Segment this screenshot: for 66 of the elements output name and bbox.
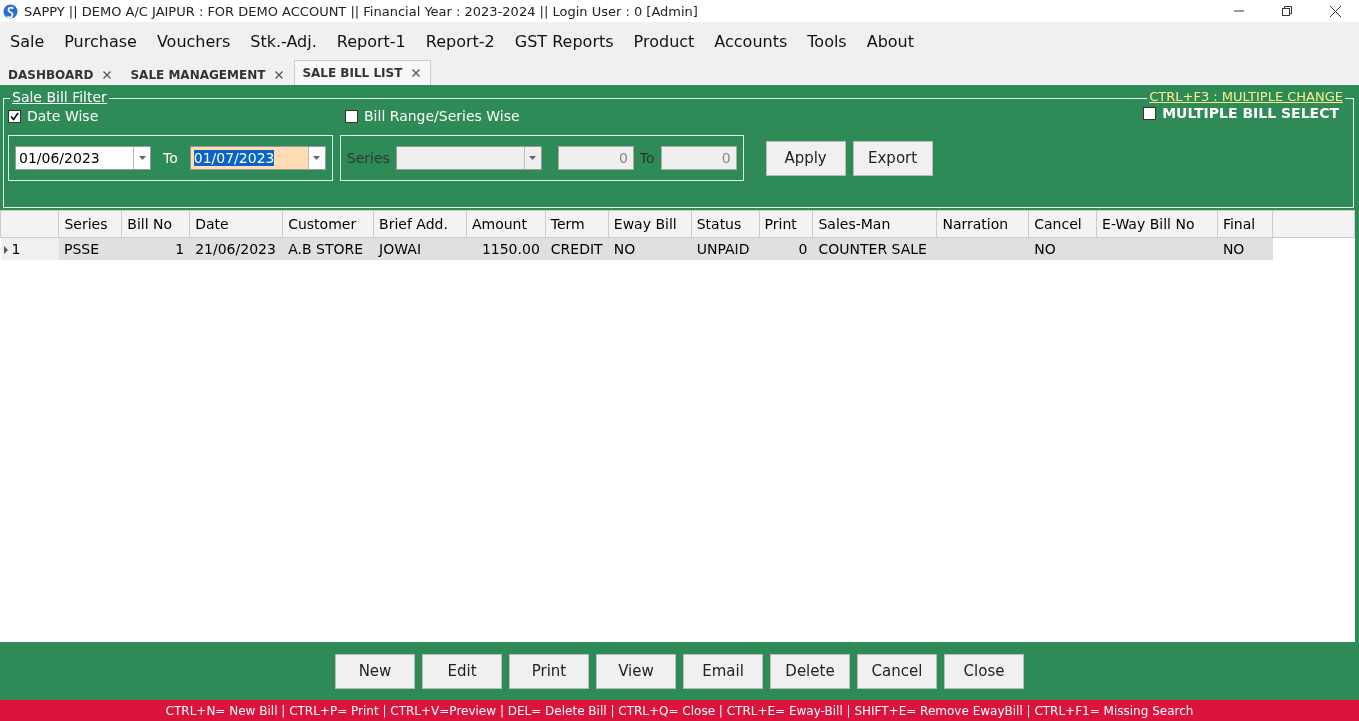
column-header[interactable]: Amount <box>466 210 546 238</box>
menu-item[interactable]: Vouchers <box>146 31 241 51</box>
menu-item[interactable]: Report-1 <box>326 31 416 51</box>
menu-item[interactable]: Tools <box>797 31 857 51</box>
shortcut-link[interactable]: CTRL+F3 : MULTIPLE CHANGE <box>1147 89 1345 104</box>
menu-item[interactable]: About <box>856 31 924 51</box>
column-header[interactable]: Status <box>691 210 760 238</box>
column-header[interactable]: Customer <box>282 210 374 238</box>
to-date-field[interactable]: 01/07/2023 <box>189 146 326 170</box>
action-button[interactable]: View <box>596 653 676 689</box>
column-header[interactable]: Sales-Man <box>812 210 937 238</box>
tab[interactable]: DASHBOARD <box>0 63 123 85</box>
checkbox[interactable]: MULTIPLE BILL SELECT <box>1143 105 1339 121</box>
row-pointer-icon <box>2 246 9 254</box>
action-button[interactable]: New <box>335 653 415 689</box>
menu-item[interactable]: Product <box>623 31 705 51</box>
close-icon[interactable] <box>103 70 112 79</box>
restore-icon[interactable] <box>1282 6 1292 16</box>
action-button[interactable]: Email <box>683 653 763 689</box>
checkbox[interactable]: Bill Range/Series Wise <box>345 108 520 124</box>
menu-item[interactable]: GST Reports <box>504 31 624 51</box>
menu-item[interactable]: Report-2 <box>415 31 505 51</box>
apply-button[interactable]: Apply <box>765 140 846 176</box>
series-field[interactable] <box>395 146 542 170</box>
column-header[interactable]: Final <box>1217 210 1273 238</box>
column-header[interactable]: Narration <box>936 210 1029 238</box>
tab[interactable]: SALE BILL LIST <box>294 60 432 85</box>
app-logo-icon <box>3 3 18 19</box>
filter-title: Sale Bill Filter <box>10 89 109 105</box>
checkbox[interactable]: Date Wise <box>8 108 345 124</box>
column-header[interactable]: Bill No <box>121 210 190 238</box>
window-title: SAPPY || DEMO A/C JAIPUR : FOR DEMO ACCOUNT || Financial Year : 2023-2024 || Login User : 0 [Admin] <box>24 3 698 19</box>
action-button[interactable]: Delete <box>770 653 850 689</box>
column-header[interactable]: Term <box>545 210 609 238</box>
dropdown-caret-icon[interactable] <box>313 156 321 160</box>
menu-item[interactable]: Purchase <box>54 31 147 51</box>
from-date-field[interactable]: 01/06/2023 <box>15 146 151 170</box>
row-number: 1 <box>11 241 21 257</box>
menu-item[interactable]: Accounts <box>704 31 798 51</box>
close-icon[interactable] <box>275 70 284 79</box>
action-button[interactable]: Edit <box>422 653 502 689</box>
column-header[interactable]: Date <box>189 210 283 238</box>
menu-item[interactable]: Sale <box>0 31 55 51</box>
column-header[interactable]: Brief Add. <box>373 210 467 238</box>
series-label: Series <box>346 150 390 166</box>
shortcut-status-bar: CTRL+N= New Bill | CTRL+P= Print | CTRL+V=Preview | DEL= Delete Bill | CTRL+Q= Close | CTRL+E= Eway-Bill | SHIFT+E= Remove EwayBill | CTRL+F1= Missing Search <box>0 700 1359 721</box>
column-header[interactable]: Series <box>58 210 122 238</box>
tab[interactable]: SALE MANAGEMENT <box>122 63 295 85</box>
to-label: To <box>639 150 655 166</box>
dropdown-caret-icon[interactable] <box>138 156 146 160</box>
close-icon[interactable] <box>412 69 421 77</box>
action-button[interactable]: Cancel <box>857 653 937 689</box>
table-cell: COUNTER SALE <box>812 237 937 260</box>
menu-item[interactable]: Stk.-Adj. <box>240 31 327 51</box>
action-button[interactable]: Print <box>509 653 589 689</box>
dropdown-caret-icon[interactable] <box>529 156 537 160</box>
checkbox-box <box>1143 106 1157 120</box>
column-header[interactable]: Cancel <box>1028 210 1097 238</box>
action-button[interactable]: Close <box>944 653 1024 689</box>
to-label: To <box>163 150 178 166</box>
column-header[interactable]: Print <box>759 210 813 238</box>
export-button[interactable]: Export <box>852 140 933 176</box>
checkbox-box <box>345 109 358 123</box>
column-header[interactable]: Eway Bill <box>608 210 692 238</box>
column-header[interactable]: E-Way Bill No <box>1096 210 1218 238</box>
close-icon[interactable] <box>1329 5 1341 17</box>
